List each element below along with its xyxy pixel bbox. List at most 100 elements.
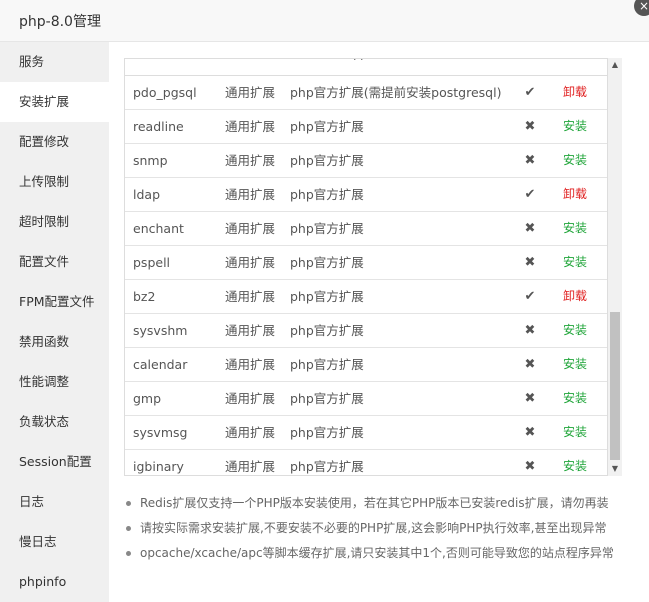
extension-description: php官方扩展(需提前安装postgresql)	[290, 85, 502, 100]
sidebar-item[interactable]: 超时限制	[0, 202, 109, 242]
cross-icon: ✖	[524, 119, 536, 134]
extension-description: php官方扩展	[290, 187, 364, 202]
extension-description: php官方扩展	[290, 459, 364, 474]
install-link[interactable]: 安装	[563, 144, 587, 177]
install-link[interactable]: 安装	[563, 450, 587, 475]
install-link[interactable]: 安装	[563, 416, 587, 449]
check-icon: ✔	[524, 85, 536, 100]
check-icon: ✔	[524, 187, 536, 202]
cross-icon: ✖	[524, 459, 536, 474]
table-row: igbinary 通用扩展 php官方扩展 ✖ 安装	[125, 450, 607, 475]
extension-name: bz2	[133, 289, 156, 304]
extension-type: 通用扩展	[225, 85, 276, 100]
check-icon: ✔	[524, 289, 536, 304]
uninstall-link[interactable]: 卸载	[563, 280, 587, 313]
table-row: snmp 通用扩展 php官方扩展 ✖ 安装	[125, 144, 607, 178]
extension-type: 通用扩展	[225, 323, 276, 338]
install-link[interactable]: 安装	[563, 110, 587, 143]
install-link[interactable]: 安装	[563, 212, 587, 245]
cross-icon: ✖	[524, 221, 536, 236]
extension-type: 通用扩展	[225, 119, 276, 134]
note-item: opcache/xcache/apc等脚本缓存扩展,请只安装其中1个,否则可能导…	[124, 544, 644, 569]
cross-icon: ✖	[524, 425, 536, 440]
extension-name: sysvshm	[133, 323, 188, 338]
note-text: opcache/xcache/apc等脚本缓存扩展,请只安装其中1个,否则可能导…	[140, 546, 614, 560]
cross-icon: ✖	[524, 153, 536, 168]
bullet-icon	[126, 526, 131, 531]
sidebar-item[interactable]: 日志	[0, 482, 109, 522]
uninstall-link[interactable]: 卸载	[563, 178, 587, 211]
cross-icon: ✖	[524, 323, 536, 338]
notes-list: Redis扩展仅支持一个PHP版本安装使用，若在其它PHP版本已安装redis扩…	[124, 494, 644, 569]
note-item: Redis扩展仅支持一个PHP版本安装使用，若在其它PHP版本已安装redis扩…	[124, 494, 644, 519]
table-row: readline 通用扩展 php官方扩展 ✖ 安装	[125, 110, 607, 144]
note-item: 请按实际需求安装扩展,不要安装不必要的PHP扩展,这会影响PHP执行效率,甚至出…	[124, 519, 644, 544]
window-title: php-8.0管理	[19, 14, 101, 30]
scroll-down-icon[interactable]: ▼	[608, 462, 622, 476]
sidebar-item[interactable]: 安装扩展	[0, 82, 109, 122]
sidebar-item[interactable]: 性能调整	[0, 362, 109, 402]
note-text: 请按实际需求安装扩展,不要安装不必要的PHP扩展,这会影响PHP执行效率,甚至出…	[140, 521, 607, 535]
partial-row-text: · ·	[353, 58, 364, 66]
extension-name: snmp	[133, 153, 168, 168]
extensions-table: · · pdo_pgsql 通用扩展 php官方扩展(需提前安装postgresql…	[124, 58, 608, 476]
extension-type: 通用扩展	[225, 221, 276, 236]
extension-type: 通用扩展	[225, 153, 276, 168]
extension-description: php官方扩展	[290, 391, 364, 406]
extension-type: 通用扩展	[225, 357, 276, 372]
table-rows: pdo_pgsql 通用扩展 php官方扩展(需提前安装postgresql) ✔ 卸载…	[125, 76, 607, 475]
extension-name: enchant	[133, 221, 184, 236]
note-text: Redis扩展仅支持一个PHP版本安装使用，若在其它PHP版本已安装redis扩…	[140, 496, 609, 510]
table-row: bz2 通用扩展 php官方扩展 ✔ 卸载	[125, 280, 607, 314]
extension-type: 通用扩展	[225, 425, 276, 440]
extension-description: php官方扩展	[290, 119, 364, 134]
table-row: sysvshm 通用扩展 php官方扩展 ✖ 安装	[125, 314, 607, 348]
table-row: sysvmsg 通用扩展 php官方扩展 ✖ 安装	[125, 416, 607, 450]
scrollbar-thumb[interactable]	[610, 312, 620, 460]
cross-icon: ✖	[524, 391, 536, 406]
cross-icon: ✖	[524, 255, 536, 270]
extension-name: sysvmsg	[133, 425, 188, 440]
table-row: pspell 通用扩展 php官方扩展 ✖ 安装	[125, 246, 607, 280]
table-row: calendar 通用扩展 php官方扩展 ✖ 安装	[125, 348, 607, 382]
scroll-up-icon[interactable]: ▲	[608, 58, 622, 72]
extension-name: pdo_pgsql	[133, 85, 197, 100]
cross-icon: ✖	[524, 357, 536, 372]
sidebar-item[interactable]: 上传限制	[0, 162, 109, 202]
extension-description: php官方扩展	[290, 323, 364, 338]
sidebar-item[interactable]: Session配置	[0, 442, 109, 482]
extension-description: php官方扩展	[290, 357, 364, 372]
table-row: enchant 通用扩展 php官方扩展 ✖ 安装	[125, 212, 607, 246]
sidebar-item[interactable]: phpinfo	[0, 562, 109, 602]
extension-type: 通用扩展	[225, 255, 276, 270]
extension-name: readline	[133, 119, 184, 134]
main-content: · · pdo_pgsql 通用扩展 php官方扩展(需提前安装postgresql…	[109, 42, 649, 602]
install-link[interactable]: 安装	[563, 314, 587, 347]
uninstall-link[interactable]: 卸载	[563, 76, 587, 109]
table-row: ldap 通用扩展 php官方扩展 ✔ 卸载	[125, 178, 607, 212]
extension-name: pspell	[133, 255, 171, 270]
extension-description: php官方扩展	[290, 255, 364, 270]
extension-type: 通用扩展	[225, 459, 276, 474]
extension-type: 通用扩展	[225, 289, 276, 304]
table-row: pdo_pgsql 通用扩展 php官方扩展(需提前安装postgresql) ✔ 卸载	[125, 76, 607, 110]
sidebar-item[interactable]: 禁用函数	[0, 322, 109, 362]
sidebar-item[interactable]: 配置修改	[0, 122, 109, 162]
extension-name: calendar	[133, 357, 188, 372]
sidebar-item[interactable]: 慢日志	[0, 522, 109, 562]
sidebar-item[interactable]: FPM配置文件	[0, 282, 109, 322]
extension-description: php官方扩展	[290, 221, 364, 236]
scrollbar[interactable]: ▲ ▼	[608, 58, 622, 476]
extension-type: 通用扩展	[225, 391, 276, 406]
install-link[interactable]: 安装	[563, 246, 587, 279]
extension-type: 通用扩展	[225, 187, 276, 202]
bullet-icon	[126, 551, 131, 556]
install-link[interactable]: 安装	[563, 382, 587, 415]
table-row-partial: · ·	[125, 58, 607, 76]
sidebar: 服务 安装扩展 配置修改 上传限制 超时限制 配置文件 FPM配置文件 禁用函数 性能调整 负载状…	[0, 42, 109, 602]
extension-name: ldap	[133, 187, 161, 202]
sidebar-item[interactable]: 负载状态	[0, 402, 109, 442]
install-link[interactable]: 安装	[563, 348, 587, 381]
sidebar-item[interactable]: 配置文件	[0, 242, 109, 282]
sidebar-item[interactable]: 服务	[0, 42, 109, 82]
